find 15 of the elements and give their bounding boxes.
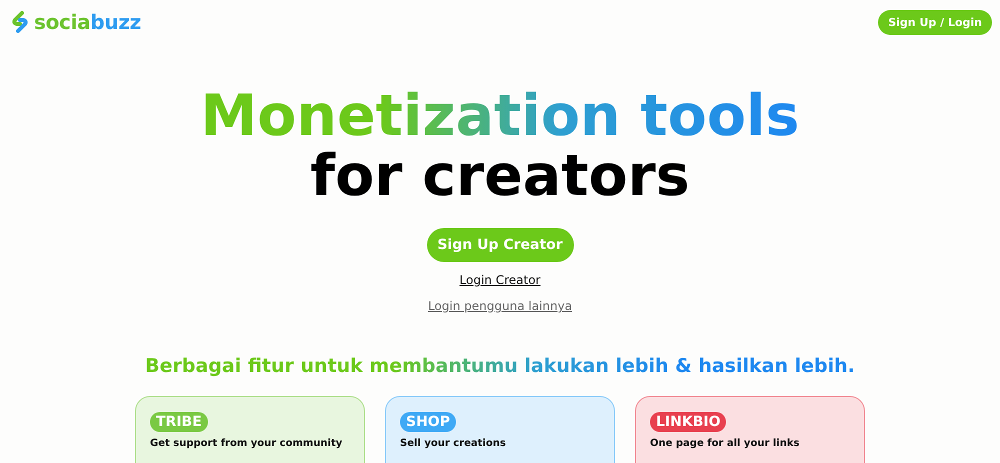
feature-card[interactable]: LINKBIO One page for all your links xyxy=(635,396,865,463)
feature-description: One page for all your links xyxy=(650,438,800,449)
feature-tag: LINKBIO xyxy=(650,412,726,432)
feature-card[interactable]: TRIBE Get support from your community xyxy=(135,396,365,463)
feature-description: Get support from your community xyxy=(150,438,344,449)
headline: for creators xyxy=(310,146,690,206)
logo-text: sociabuzz xyxy=(34,10,141,34)
feature-description: Sell your creations xyxy=(400,438,507,449)
features-heading: Berbagai fitur untuk membantumu lakukan lebih & hasilkan lebih. xyxy=(145,355,855,377)
feature-card[interactable]: SHOP Sell your creations xyxy=(385,396,615,463)
other-login-link[interactable]: Login pengguna lainnya xyxy=(428,299,572,313)
feature-tag: SHOP xyxy=(400,412,456,432)
logo-icon xyxy=(10,10,30,34)
feature-tag: TRIBE xyxy=(150,412,208,432)
login-creator-link[interactable]: Login Creator xyxy=(460,273,540,287)
